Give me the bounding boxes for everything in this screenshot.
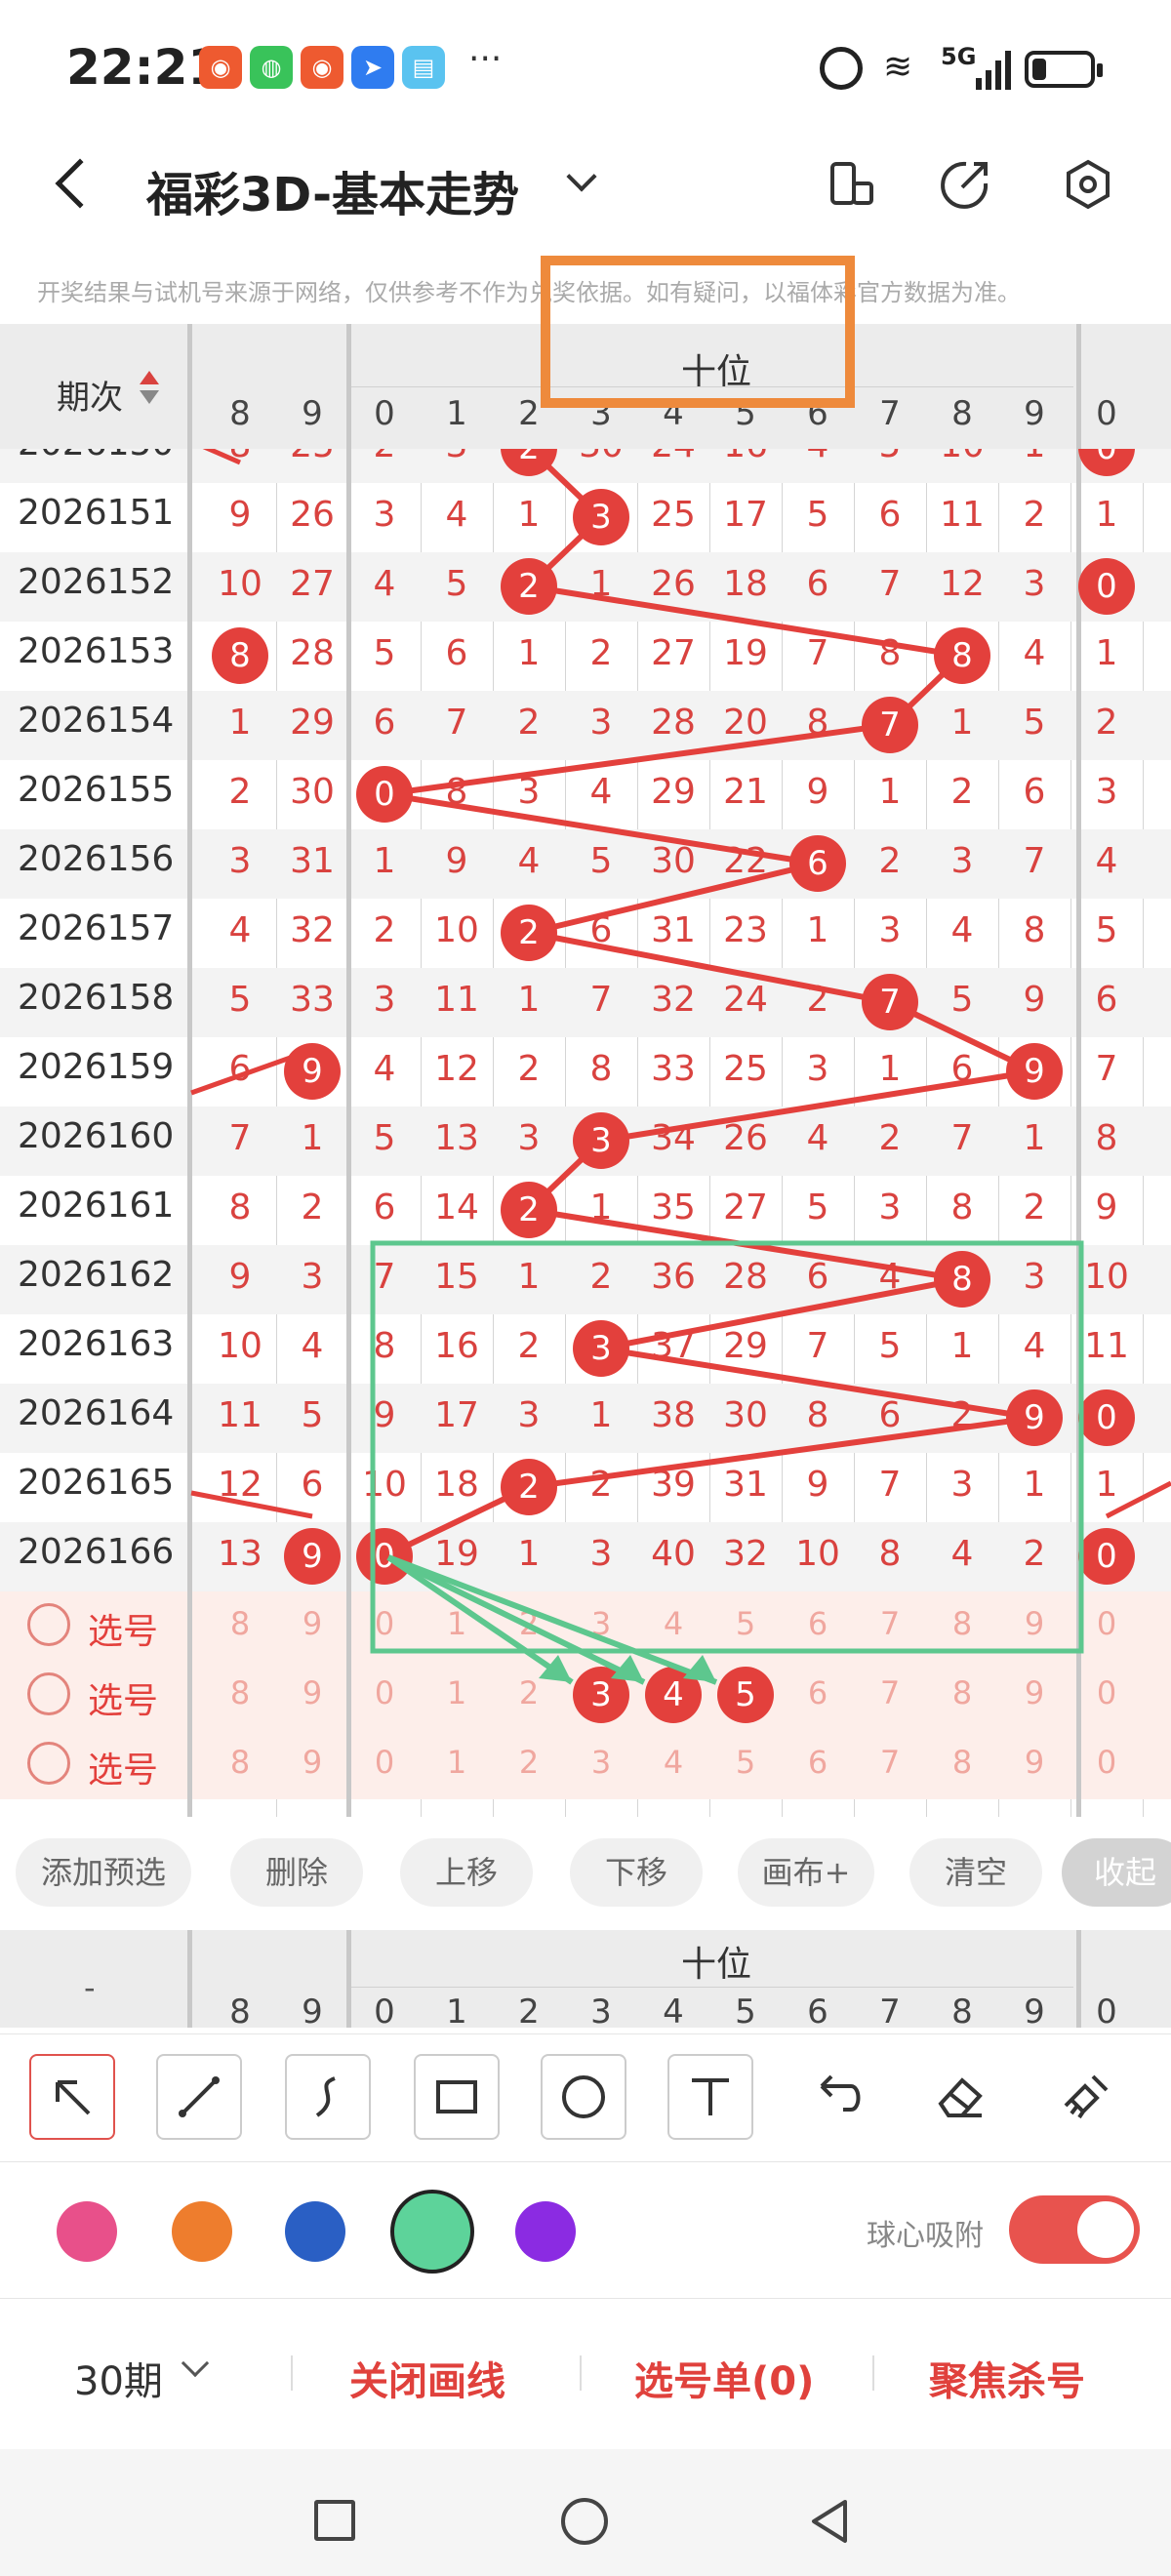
secondary-section-label: 十位 bbox=[680, 1945, 751, 1985]
column-header-11: 9 bbox=[1024, 394, 1045, 433]
status-bar: 22:21 ◉ ◍ ◉ ➤ ▤ ··· ≋ 5G bbox=[0, 0, 1171, 137]
secondary-column-header-10: 8 bbox=[951, 1992, 973, 2028]
line-tool-icon[interactable] bbox=[156, 2054, 242, 2140]
battery-icon bbox=[1025, 51, 1103, 88]
secondary-column-header-7: 5 bbox=[735, 1992, 756, 2028]
undo-icon[interactable] bbox=[792, 2054, 878, 2140]
clear-button[interactable]: 清空 bbox=[909, 1838, 1042, 1907]
text-tool-icon[interactable] bbox=[667, 2054, 753, 2140]
annotation-arrow bbox=[386, 1554, 646, 1685]
secondary-column-header-3: 1 bbox=[446, 1992, 467, 2028]
drawing-toolbar bbox=[0, 2033, 1171, 2162]
phone-rotate-icon[interactable] bbox=[825, 158, 877, 211]
feishu-icon: ➤ bbox=[351, 46, 394, 89]
color-swatch[interactable] bbox=[57, 2201, 117, 2262]
back-nav-icon[interactable] bbox=[806, 2496, 853, 2547]
snap-to-center-label: 球心吸附 bbox=[867, 2219, 984, 2253]
annotation-layer bbox=[370, 1240, 1084, 1685]
chevron-down-icon[interactable] bbox=[566, 161, 597, 192]
circle-tool-icon[interactable] bbox=[541, 2054, 626, 2140]
column-header-10: 8 bbox=[951, 394, 973, 433]
color-swatch[interactable] bbox=[390, 2190, 474, 2274]
eraser-icon[interactable] bbox=[917, 2054, 1003, 2140]
arrow-tool-icon[interactable] bbox=[29, 2054, 115, 2140]
settings-icon[interactable] bbox=[1062, 158, 1114, 211]
column-header-3: 1 bbox=[446, 394, 467, 433]
period-column-header[interactable]: 期次 bbox=[57, 371, 123, 419]
reader-icon: ▤ bbox=[402, 46, 445, 89]
kuaishou-icon: ◉ bbox=[199, 46, 242, 89]
secondary-table-header: - 十位 8 9 0 1 2 3 4 5 6 7 8 9 0 bbox=[0, 1930, 1171, 2028]
wifi-icon: ≋ bbox=[883, 47, 913, 87]
signal-icon bbox=[976, 47, 1015, 90]
wechat-icon: ◍ bbox=[250, 46, 293, 89]
color-swatch[interactable] bbox=[285, 2201, 345, 2262]
secondary-column-header-6: 4 bbox=[663, 1992, 684, 2028]
page-title[interactable]: 福彩3D-基本走势 bbox=[146, 156, 519, 224]
back-icon[interactable] bbox=[55, 158, 105, 209]
recents-icon[interactable] bbox=[314, 2500, 355, 2541]
rectangle-tool-icon[interactable] bbox=[414, 2054, 500, 2140]
rows-area: 2026150825233024164510120261519263412517… bbox=[0, 449, 1171, 1817]
secondary-column-header-12: 0 bbox=[1096, 1992, 1117, 2028]
secondary-column-header-4: 2 bbox=[518, 1992, 540, 2028]
secondary-column-header-5: 3 bbox=[590, 1992, 612, 2028]
system-nav-bar bbox=[0, 2449, 1171, 2576]
network-type: 5G bbox=[941, 43, 977, 70]
alarm-icon bbox=[820, 47, 863, 90]
add-preselection-button[interactable]: 添加预选 bbox=[16, 1838, 191, 1907]
disclaimer-text: 开奖结果与试机号来源于网络，仅供参考不作为兑奖依据。如有疑问，以福体彩官方数据为… bbox=[37, 279, 1021, 306]
snap-to-center-toggle[interactable] bbox=[1009, 2195, 1140, 2264]
secondary-column-header-9: 7 bbox=[879, 1992, 901, 2028]
sort-up-icon[interactable] bbox=[140, 371, 159, 384]
secondary-column-header-0: 8 bbox=[229, 1992, 251, 2028]
column-header-9: 7 bbox=[879, 394, 901, 433]
more-notifications-icon: ··· bbox=[468, 39, 503, 79]
secondary-column-header-1: 9 bbox=[302, 1992, 323, 2028]
column-header-12: 0 bbox=[1096, 394, 1117, 433]
secondary-column-header-11: 9 bbox=[1024, 1992, 1045, 2028]
column-header-1: 9 bbox=[302, 394, 323, 433]
annotation-arrowhead bbox=[539, 1655, 572, 1682]
color-palette: 球心吸附 bbox=[0, 2164, 1171, 2299]
move-down-button[interactable]: 下移 bbox=[570, 1838, 703, 1907]
canvas-plus-button[interactable]: 画布+ bbox=[738, 1838, 874, 1907]
kuaishou-icon: ◉ bbox=[301, 46, 343, 89]
app-root: 22:21 ◉ ◍ ◉ ➤ ▤ ··· ≋ 5G 福彩3D-基本走势 开奖结果与… bbox=[0, 0, 1171, 2576]
chevron-down-icon[interactable] bbox=[181, 2349, 210, 2378]
delete-button[interactable]: 删除 bbox=[230, 1838, 363, 1907]
secondary-column-header-8: 6 bbox=[807, 1992, 828, 2028]
period-count-select[interactable]: 30期 bbox=[74, 2350, 163, 2406]
share-icon[interactable] bbox=[939, 158, 991, 211]
color-swatch[interactable] bbox=[515, 2201, 576, 2262]
column-header-0: 8 bbox=[229, 394, 251, 433]
focus-kill-button[interactable]: 聚焦杀号 bbox=[929, 2350, 1085, 2406]
secondary-left-label: - bbox=[84, 1969, 96, 2006]
sort-down-icon[interactable] bbox=[140, 390, 159, 404]
color-swatch[interactable] bbox=[172, 2201, 232, 2262]
move-up-button[interactable]: 上移 bbox=[400, 1838, 533, 1907]
collapse-button[interactable]: 收起 bbox=[1062, 1838, 1171, 1907]
home-icon[interactable] bbox=[561, 2498, 608, 2545]
trend-table: 期次 十位 8901234567890 20261508252330241645… bbox=[0, 324, 1171, 1817]
bottom-action-bar: 30期 关闭画线 选号单(0) 聚焦杀号 bbox=[0, 2301, 1171, 2447]
brush-clean-icon[interactable] bbox=[1044, 2054, 1130, 2140]
action-buttons: 添加预选 删除 上移 下移 画布+ 清空 收起 bbox=[0, 1817, 1171, 1924]
selection-list-button[interactable]: 选号单(0) bbox=[634, 2350, 814, 2406]
column-header-2: 0 bbox=[374, 394, 395, 433]
annotation-rectangle-orange bbox=[541, 256, 855, 408]
secondary-column-header-2: 0 bbox=[374, 1992, 395, 2028]
curve-tool-icon[interactable] bbox=[285, 2054, 371, 2140]
close-lines-button[interactable]: 关闭画线 bbox=[349, 2350, 505, 2406]
